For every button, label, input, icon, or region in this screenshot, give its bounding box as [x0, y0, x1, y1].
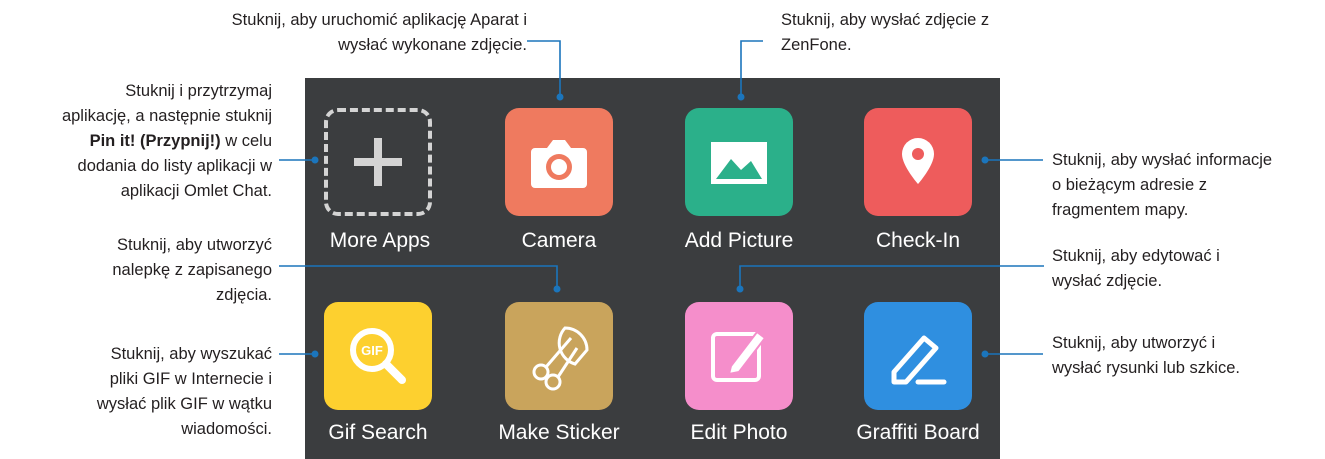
callout-camera: Stuknij, aby uruchomić aplikację Aparat … — [231, 11, 527, 54]
callout-add-picture: Stuknij, aby wysłać zdjęcie z ZenFone. — [781, 11, 990, 54]
callout-gif-search: Stuknij, aby wyszukać pliki GIF w Intern… — [96, 345, 272, 438]
callout-make-sticker: Stuknij, aby utworzyć nalepkę z zapisane… — [112, 236, 272, 304]
callout-edit-photo: Stuknij, aby edytować i wysłać zdjęcie. — [1052, 247, 1220, 290]
callout-check-in: Stuknij, aby wysłać informacje o bieżący… — [1052, 151, 1273, 219]
callout-more-apps: Stuknij i przytrzymaj aplikację, a nastę… — [61, 82, 272, 200]
callout-graffiti: Stuknij, aby utworzyć i wysłać rysunki l… — [1052, 334, 1240, 377]
